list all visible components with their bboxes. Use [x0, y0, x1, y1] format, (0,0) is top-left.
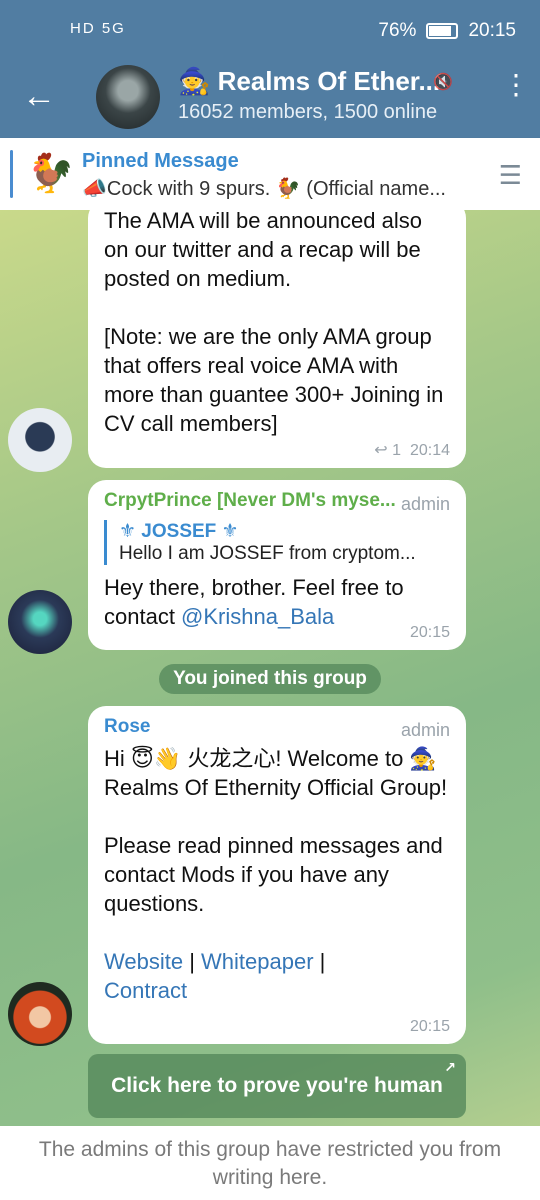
- more-vert-icon[interactable]: ⋮: [502, 71, 530, 112]
- message-meta: ↩ 1 20:14: [374, 442, 450, 459]
- reply-quote[interactable]: ⚜ JOSSEF ⚜ Hello I am JOSSEF from crypto…: [104, 520, 450, 565]
- reply-count: 1: [392, 442, 402, 459]
- battery-percent: 76%: [378, 20, 417, 41]
- clock: 20:15: [468, 20, 516, 41]
- restricted-notice: The admins of this group have restricted…: [0, 1126, 540, 1200]
- contract-link[interactable]: Contract: [104, 978, 187, 1003]
- user-avatar[interactable]: [8, 982, 72, 1046]
- admin-badge: admin: [400, 494, 450, 514]
- message-time: 20:14: [409, 442, 450, 459]
- message-bubble[interactable]: The AMA will be announced also on our tw…: [88, 210, 466, 468]
- app-header: HD 5G 76% 20:15 ← 🧙 Realms Of Ether... 🔇…: [0, 0, 540, 138]
- sender-name[interactable]: CrpytPrince [Never DM's myse...: [104, 490, 404, 512]
- link-separator: |: [183, 949, 202, 974]
- quote-name: ⚜ JOSSEF ⚜: [119, 521, 239, 542]
- wizard-emoji: 🧙: [178, 66, 211, 96]
- chat-subtitle: 16052 members, 1500 online: [178, 101, 438, 123]
- sender-name[interactable]: Rose: [104, 716, 450, 738]
- user-avatar[interactable]: [8, 408, 72, 472]
- system-message: You joined this group: [159, 664, 381, 694]
- website-link[interactable]: Website: [104, 949, 183, 974]
- back-arrow-icon[interactable]: ←: [22, 78, 62, 114]
- external-link-icon: ↗: [444, 1059, 456, 1075]
- status-bar: HD 5G 76% 20:15: [0, 0, 540, 62]
- admin-badge: admin: [400, 720, 450, 740]
- verify-human-label: Click here to prove you're human: [111, 1074, 443, 1097]
- message-time: 20:15: [409, 1018, 450, 1035]
- message-bubble[interactable]: CrpytPrince [Never DM's myse... admin ⚜ …: [88, 480, 466, 650]
- pinned-text: 📣Cock with 9 spurs. 🐓 (Official name...: [82, 178, 446, 200]
- chat-title-text: Realms Of Ether...: [217, 66, 441, 96]
- battery-icon: [426, 23, 459, 39]
- quote-text: Hello I am JOSSEF from cryptom...: [119, 543, 416, 564]
- pinned-message-bar[interactable]: 🐓 Pinned Message 📣Cock with 9 spurs. 🐓 (…: [0, 138, 540, 210]
- network-indicator: HD 5G: [70, 20, 126, 37]
- message-bubble[interactable]: Rose admin Hi 😇👋 火龙之心! Welcome to 🧙 Real…: [88, 706, 466, 1044]
- pinned-list-icon[interactable]: ☰: [499, 160, 522, 191]
- chat-area[interactable]: The AMA will be announced also on our tw…: [0, 210, 540, 1126]
- chat-title[interactable]: 🧙 Realms Of Ether...: [178, 66, 440, 97]
- verify-human-button[interactable]: Click here to prove you're human ↗: [88, 1054, 466, 1118]
- message-text: Hi 😇👋 火龙之心! Welcome to 🧙 Realms Of Ether…: [104, 746, 448, 916]
- message-text: Hey there, brother. Feel free to contact…: [104, 573, 450, 631]
- link-separator: |: [313, 949, 326, 974]
- pinned-thumbnail: 🐓: [27, 153, 75, 195]
- group-avatar[interactable]: [96, 65, 160, 129]
- pinned-indicator: [10, 150, 13, 198]
- message-links: Website | Whitepaper | Contract: [104, 947, 450, 1005]
- status-right: 76% 20:15: [378, 20, 516, 42]
- message-text: The AMA will be announced also on our tw…: [104, 210, 444, 436]
- whitepaper-link[interactable]: Whitepaper: [201, 949, 314, 974]
- mention-link[interactable]: @Krishna_Bala: [181, 604, 334, 629]
- user-avatar[interactable]: [8, 590, 72, 654]
- message-time: 20:15: [409, 624, 450, 641]
- pinned-title: Pinned Message: [82, 150, 239, 172]
- muted-icon: 🔇: [433, 74, 453, 91]
